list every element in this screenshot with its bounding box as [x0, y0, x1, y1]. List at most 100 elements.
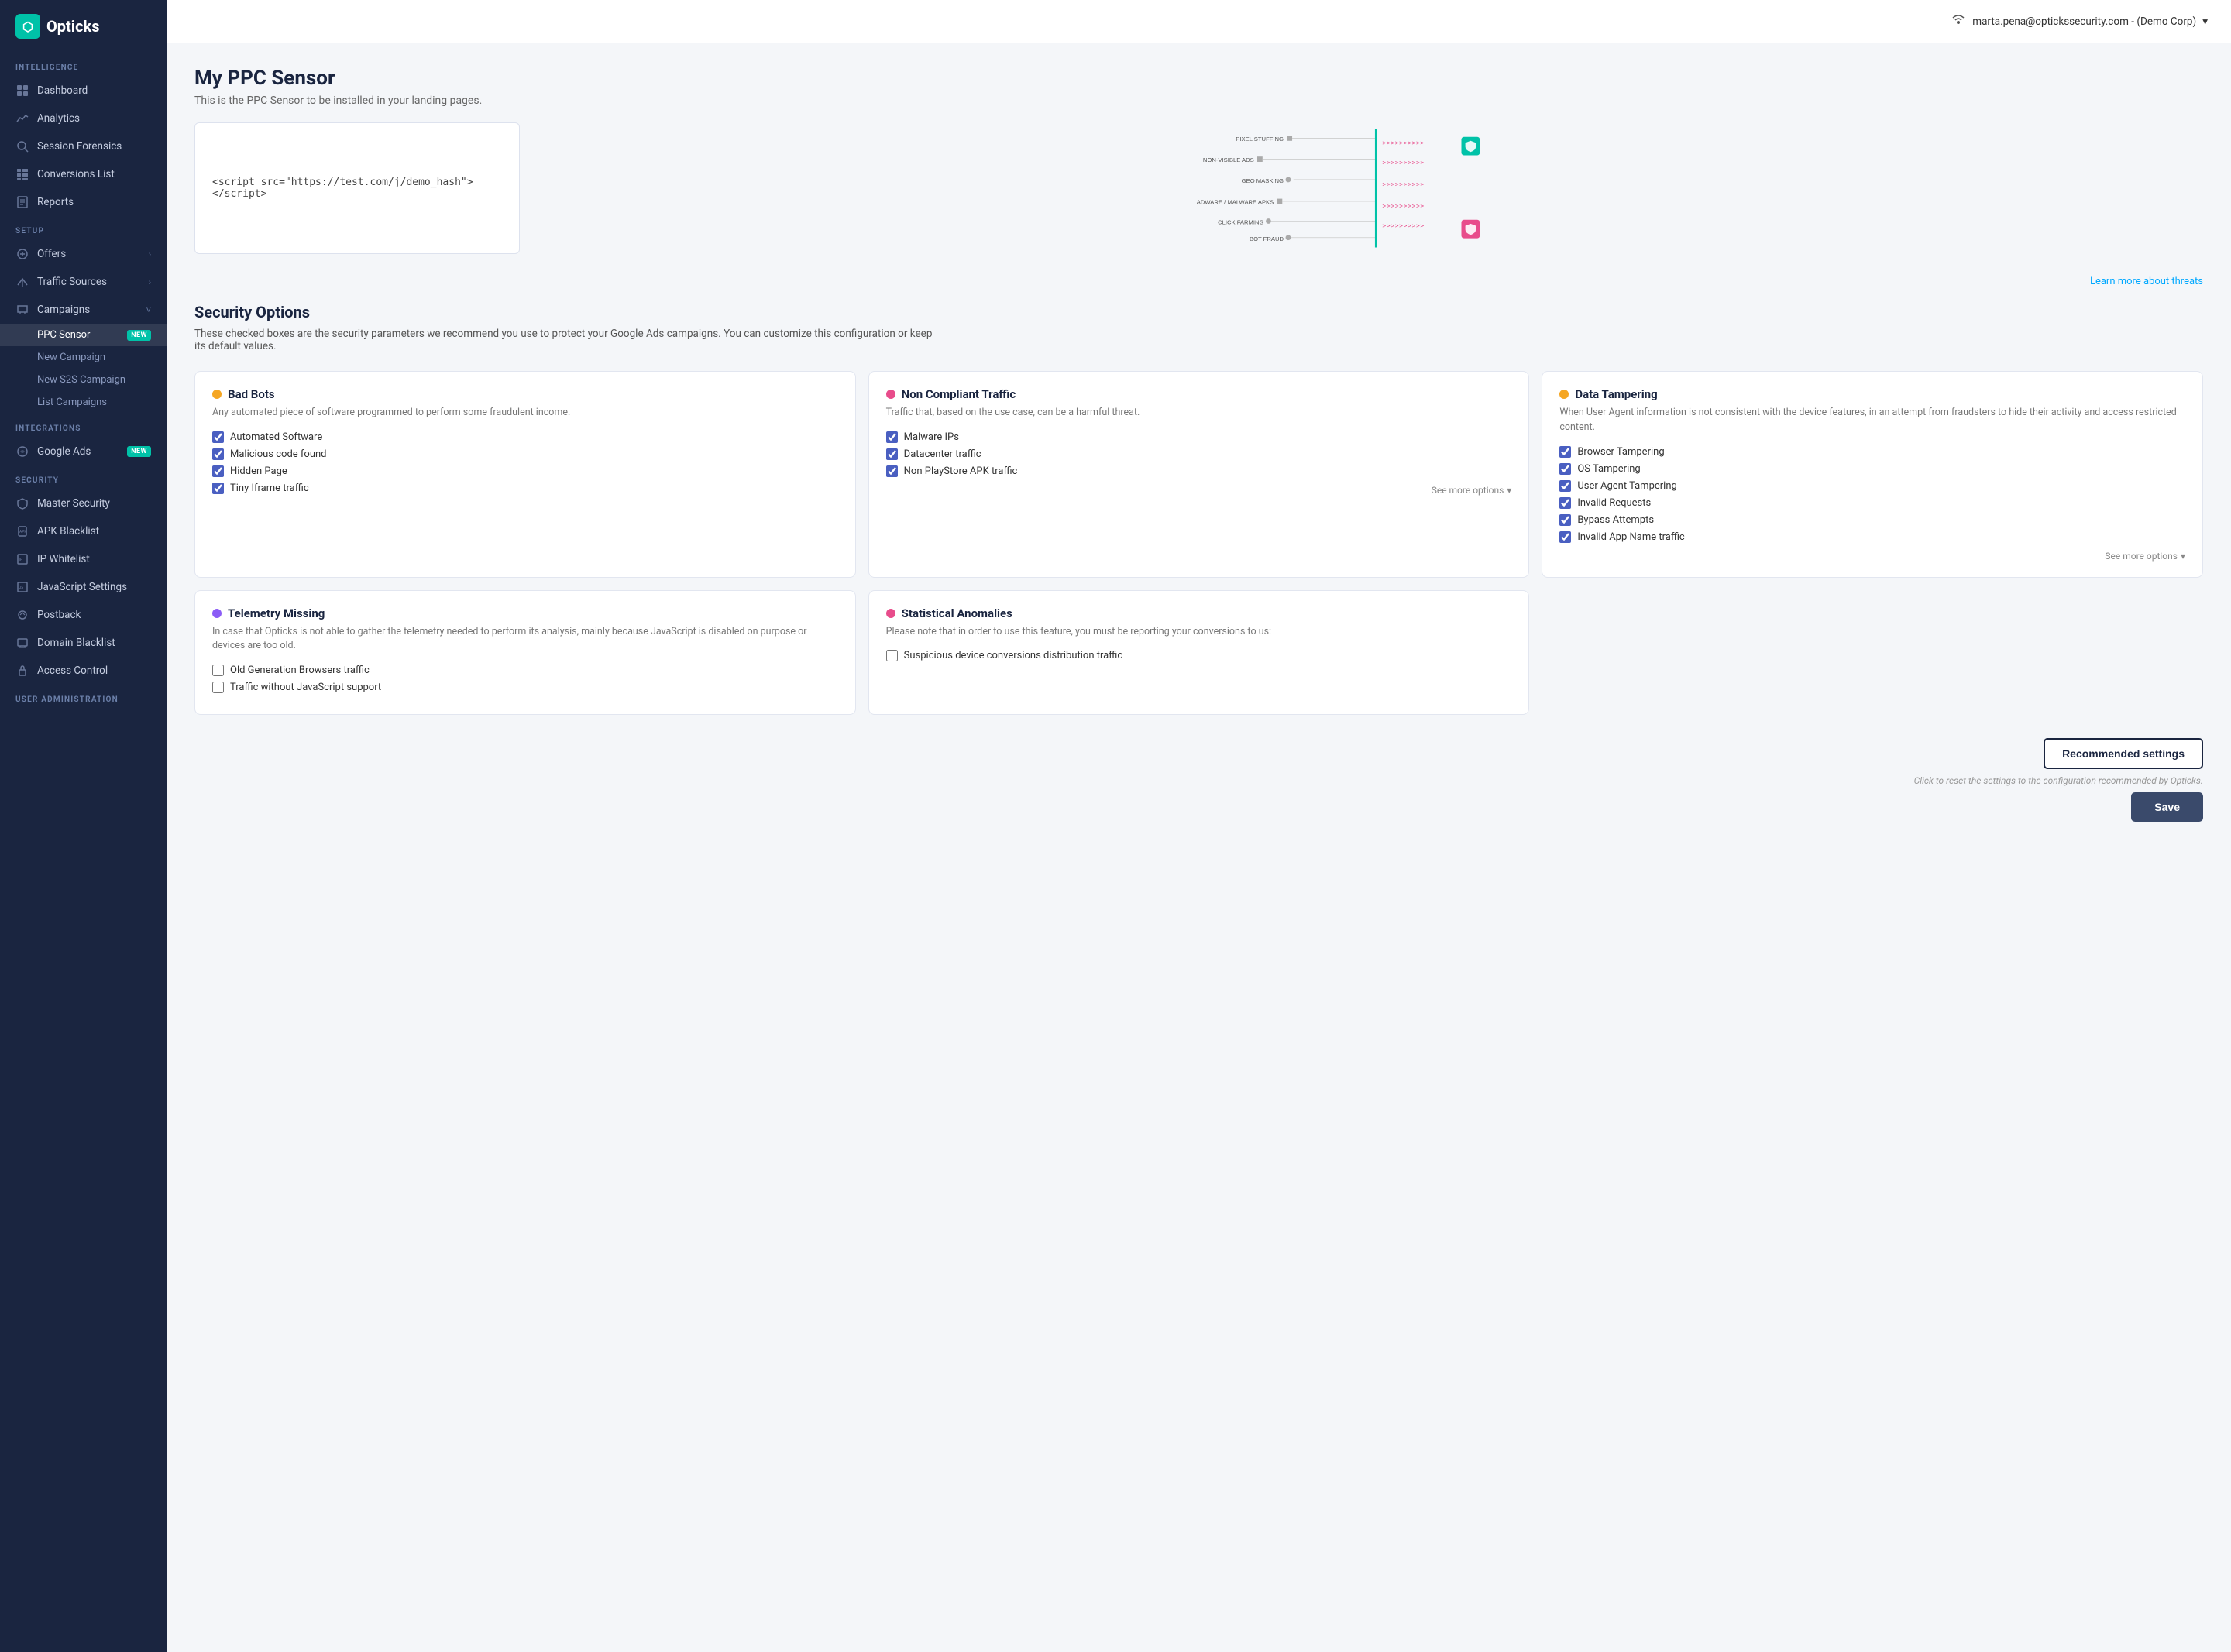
see-more-options[interactable]: See more options ▾	[1559, 551, 2185, 562]
page-title: My PPC Sensor	[194, 67, 2203, 90]
sidebar-item-campaigns[interactable]: Campaigns ˅	[0, 296, 167, 324]
svg-text:>>>>>>>>>>: >>>>>>>>>>	[1383, 222, 1425, 229]
svg-text:NON-VISIBLE ADS: NON-VISIBLE ADS	[1203, 156, 1254, 163]
checkbox-input[interactable]	[886, 650, 898, 661]
chevron-right-icon: ›	[149, 277, 151, 287]
checkbox-input[interactable]	[886, 448, 898, 460]
search-icon	[15, 139, 29, 153]
svg-text:GEO MASKING: GEO MASKING	[1242, 177, 1284, 184]
checkbox-input[interactable]	[1559, 531, 1571, 543]
postback-icon	[15, 608, 29, 622]
checkbox-input[interactable]	[212, 431, 224, 443]
sidebar-item-label: APK Blacklist	[37, 525, 99, 538]
sidebar-item-label: Domain Blacklist	[37, 637, 115, 649]
checkbox-no-js: Traffic without JavaScript support	[212, 682, 838, 693]
sidebar-item-conversions-list[interactable]: Conversions List	[0, 160, 167, 188]
sidebar-sub-item-ppc-sensor[interactable]: PPC Sensor NEW	[0, 324, 167, 346]
card-description: In case that Opticks is not able to gath…	[212, 625, 838, 654]
logo-icon: ⬡	[15, 14, 40, 39]
checkbox-invalid-app-name: Invalid App Name traffic	[1559, 531, 2185, 543]
sidebar-item-ip-whitelist[interactable]: IP IP Whitelist	[0, 545, 167, 573]
sidebar-item-postback[interactable]: Postback	[0, 601, 167, 629]
section-label-security: SECURITY	[0, 465, 167, 489]
non-compliant-card: Non Compliant Traffic Traffic that, base…	[868, 371, 1530, 578]
sidebar-item-google-ads[interactable]: Google Ads NEW	[0, 438, 167, 465]
data-tampering-card: Data Tampering When User Agent informati…	[1542, 371, 2203, 578]
sidebar-item-reports[interactable]: Reports	[0, 188, 167, 216]
telemetry-missing-card: Telemetry Missing In case that Opticks i…	[194, 590, 856, 716]
svg-text:>>>>>>>>>>: >>>>>>>>>>	[1383, 159, 1425, 166]
threat-diagram: PIXEL STUFFING NON-VISIBLE ADS GEO MASKI…	[535, 122, 2203, 254]
checkbox-automated-software: Automated Software	[212, 431, 838, 443]
checkbox-input[interactable]	[212, 483, 224, 494]
sidebar-item-domain-blacklist[interactable]: Domain Blacklist	[0, 629, 167, 657]
checkbox-input[interactable]	[886, 431, 898, 443]
checkbox-hidden-page: Hidden Page	[212, 465, 838, 477]
section-label-integrations: INTEGRATIONS	[0, 414, 167, 438]
code-text: <script src="https://test.com/j/demo_has…	[212, 177, 502, 200]
card-title: Telemetry Missing	[228, 606, 325, 620]
checkbox-input[interactable]	[1559, 514, 1571, 526]
card-color-dot	[212, 609, 222, 618]
checkbox-label: Invalid Requests	[1577, 497, 1651, 509]
card-description: Any automated piece of software programm…	[212, 406, 838, 421]
checkbox-malicious-code: Malicious code found	[212, 448, 838, 460]
checkbox-input[interactable]	[212, 448, 224, 460]
svg-text:BOT FRAUD: BOT FRAUD	[1250, 235, 1284, 242]
sidebar-item-session-forensics[interactable]: Session Forensics	[0, 132, 167, 160]
google-ads-icon	[15, 445, 29, 459]
see-more-label: See more options	[1432, 485, 1504, 496]
checkbox-label: Automated Software	[230, 431, 322, 443]
checkbox-datacenter-traffic: Datacenter traffic	[886, 448, 1512, 460]
sidebar-sub-item-label: New Campaign	[37, 352, 105, 363]
user-menu[interactable]: marta.pena@optickssecurity.com - (Demo C…	[1951, 12, 2208, 31]
sidebar-sub-item-list-campaigns[interactable]: List Campaigns	[0, 391, 167, 414]
recommended-hint: Click to reset the settings to the confi…	[1914, 775, 2203, 786]
code-snippet[interactable]: <script src="https://test.com/j/demo_has…	[194, 122, 520, 254]
checkbox-input[interactable]	[212, 665, 224, 676]
js-icon: JS	[15, 580, 29, 594]
card-header: Non Compliant Traffic	[886, 387, 1512, 401]
checkbox-label: Hidden Page	[230, 465, 287, 477]
learn-more-threats-link[interactable]: Learn more about threats	[194, 276, 2203, 287]
bad-bots-card: Bad Bots Any automated piece of software…	[194, 371, 856, 578]
checkbox-label: Non PlayStore APK traffic	[904, 465, 1018, 477]
sidebar-sub-item-new-s2s-campaign[interactable]: New S2S Campaign	[0, 369, 167, 391]
sidebar-item-analytics[interactable]: Analytics	[0, 105, 167, 132]
sidebar-item-javascript-settings[interactable]: JS JavaScript Settings	[0, 573, 167, 601]
checkbox-label: Old Generation Browsers traffic	[230, 665, 370, 676]
sidebar-item-access-control[interactable]: Access Control	[0, 657, 167, 685]
see-more-options[interactable]: See more options ▾	[886, 485, 1512, 496]
sidebar-item-master-security[interactable]: Master Security	[0, 489, 167, 517]
sensor-hero: <script src="https://test.com/j/demo_has…	[194, 122, 2203, 254]
section-label-user-admin: USER ADMINISTRATION	[0, 685, 167, 709]
card-color-dot	[212, 390, 222, 399]
see-more-label: See more options	[2105, 551, 2178, 562]
sidebar-sub-item-label: New S2S Campaign	[37, 374, 125, 386]
card-header: Bad Bots	[212, 387, 838, 401]
checkbox-input[interactable]	[886, 465, 898, 477]
statistical-anomalies-card: Statistical Anomalies Please note that i…	[868, 590, 1530, 716]
checkbox-os-tampering: OS Tampering	[1559, 463, 2185, 475]
checkbox-label: User Agent Tampering	[1577, 480, 1677, 492]
sidebar-item-offers[interactable]: Offers ›	[0, 240, 167, 268]
brand-logo[interactable]: ⬡ Opticks	[0, 0, 167, 53]
wifi-icon	[1951, 12, 1966, 31]
section-label-setup: SETUP	[0, 216, 167, 240]
sidebar-item-apk-blacklist[interactable]: APK APK Blacklist	[0, 517, 167, 545]
grid-icon	[15, 167, 29, 181]
save-button[interactable]: Save	[2131, 792, 2203, 822]
sidebar-item-traffic-sources[interactable]: Traffic Sources ›	[0, 268, 167, 296]
checkbox-input[interactable]	[1559, 446, 1571, 458]
checkbox-input[interactable]	[212, 465, 224, 477]
sidebar-sub-item-new-campaign[interactable]: New Campaign	[0, 346, 167, 369]
checkbox-input[interactable]	[1559, 480, 1571, 492]
sidebar: ⬡ Opticks INTELLIGENCE Dashboard Analyti…	[0, 0, 167, 1652]
checkbox-input[interactable]	[1559, 463, 1571, 475]
card-color-dot	[886, 390, 895, 399]
checkbox-input[interactable]	[1559, 497, 1571, 509]
checkbox-input[interactable]	[212, 682, 224, 693]
card-color-dot	[886, 609, 895, 618]
recommended-settings-button[interactable]: Recommended settings	[2044, 738, 2203, 769]
sidebar-item-dashboard[interactable]: Dashboard	[0, 77, 167, 105]
